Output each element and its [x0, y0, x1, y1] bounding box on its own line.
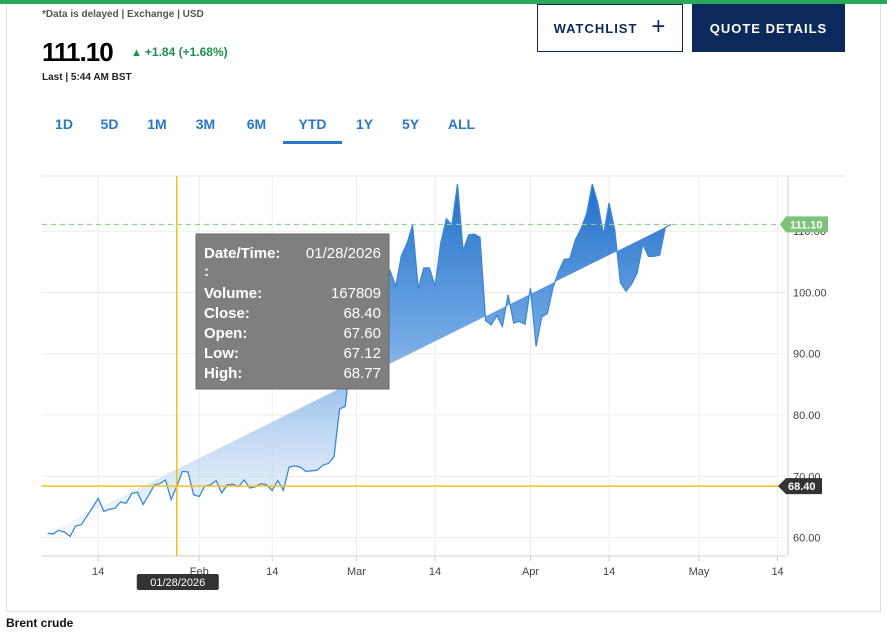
x-tick-label: Apr	[522, 566, 539, 578]
current-price-tag-label: 111.10	[790, 219, 822, 231]
instrument-name: Brent crude	[6, 616, 74, 630]
y-tick-label: 100.00	[793, 287, 827, 299]
y-tick-label: 90.00	[793, 349, 821, 361]
tooltip-open-label: Open:	[204, 325, 247, 342]
tooltip-volume-label: Volume:	[204, 285, 262, 302]
tooltip-colon: :	[204, 263, 209, 280]
x-tick-label: 14	[603, 566, 615, 578]
y-tick-label: 60.00	[793, 533, 821, 545]
tooltip-low-label: Low:	[204, 345, 239, 362]
crosshair-price-tag-label: 68.40	[788, 481, 816, 493]
x-tick-label: Mar	[347, 566, 366, 578]
tooltip: Date/Time: 01/28/2026 : Volume: 167809 C…	[195, 233, 390, 390]
tooltip-high-value: 68.77	[343, 365, 381, 382]
tooltip-close-value: 68.40	[343, 305, 381, 322]
tooltip-high-label: High:	[204, 365, 242, 382]
x-tick-label: 14	[266, 566, 278, 578]
x-tick-label: 14	[429, 566, 441, 578]
price-chart[interactable]: 60.0070.0080.0090.00100.00110.00 14Feb14…	[0, 0, 887, 612]
tooltip-close-label: Close:	[204, 305, 250, 322]
y-axis-ticks: 60.0070.0080.0090.00100.00110.00	[793, 226, 827, 544]
tooltip-open-value: 67.60	[343, 325, 381, 342]
tooltip-date-label: Date/Time:	[204, 245, 280, 262]
current-price-tag: 111.10	[780, 216, 828, 233]
crosshair-price-tag: 68.40	[778, 478, 822, 495]
crosshair-date-tag-label: 01/28/2026	[150, 577, 205, 589]
x-tick-label: 14	[92, 566, 104, 578]
tooltip-date-value: 01/28/2026	[306, 245, 381, 262]
x-tick-label: May	[689, 566, 710, 578]
crosshair-date-tag: 01/28/2026	[136, 574, 219, 590]
y-tick-label: 80.00	[793, 410, 821, 422]
tooltip-low-value: 67.12	[343, 345, 381, 362]
tooltip-volume-value: 167809	[331, 285, 381, 302]
x-tick-label: 14	[771, 566, 783, 578]
